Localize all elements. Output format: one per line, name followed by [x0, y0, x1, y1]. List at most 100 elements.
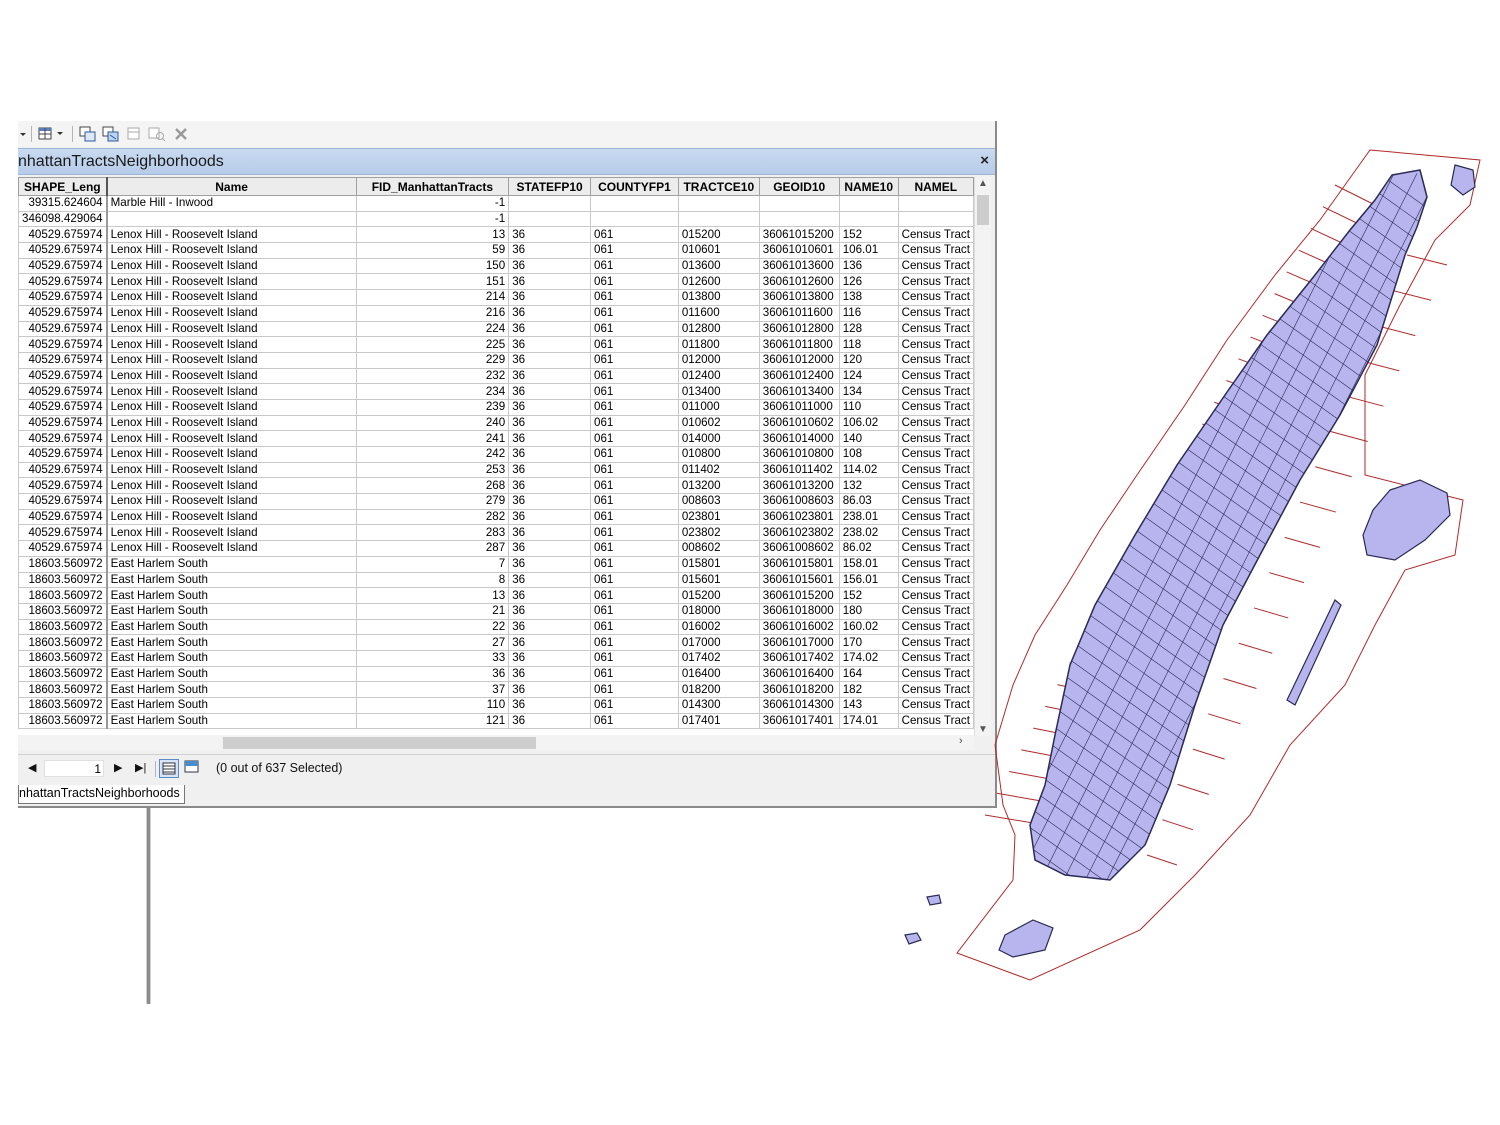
- table-cell[interactable]: 36061013800: [758, 289, 840, 306]
- dropdown-arrow-icon[interactable]: [18, 125, 28, 143]
- table-row[interactable]: 40529.675974 Lenox Hill - Roosevelt Islan…: [18, 493, 974, 510]
- table-cell[interactable]: 239: [355, 398, 510, 416]
- table-cell[interactable]: 40529.675974: [18, 226, 108, 244]
- table-cell[interactable]: East Harlem South: [106, 665, 357, 683]
- table-cell[interactable]: 023802: [677, 524, 760, 542]
- table-cell[interactable]: 150: [355, 257, 510, 275]
- table-cell[interactable]: 061: [590, 383, 679, 400]
- table-cell[interactable]: 011402: [677, 461, 760, 479]
- table-cell[interactable]: 36061017401: [758, 712, 840, 730]
- table-cell[interactable]: 40529.675974: [18, 320, 108, 338]
- table-row[interactable]: 40529.675974 Lenox Hill - Roosevelt Islan…: [18, 304, 974, 322]
- table-cell[interactable]: 016002: [677, 618, 760, 636]
- table-cell[interactable]: Lenox Hill - Roosevelt Island: [106, 351, 357, 369]
- table-cell[interactable]: 216: [355, 304, 510, 322]
- table-cell[interactable]: 114.02: [838, 461, 899, 479]
- table-row[interactable]: 40529.675974 Lenox Hill - Roosevelt Islan…: [18, 257, 974, 275]
- table-cell[interactable]: 36061016400: [758, 665, 840, 683]
- table-cell[interactable]: 108: [838, 446, 899, 463]
- table-row[interactable]: 40529.675974 Lenox Hill - Roosevelt Islan…: [18, 508, 974, 526]
- table-cell[interactable]: 282: [355, 508, 510, 526]
- table-cell[interactable]: 010602: [677, 414, 760, 432]
- table-row[interactable]: 40529.675974 Lenox Hill - Roosevelt Islan…: [18, 273, 974, 291]
- table-cell[interactable]: 36: [508, 602, 592, 620]
- table-cell[interactable]: 40529.675974: [18, 414, 108, 432]
- table-cell[interactable]: 061: [590, 618, 679, 636]
- table-cell[interactable]: 36: [508, 493, 592, 510]
- table-cell[interactable]: 018000: [677, 602, 760, 620]
- table-cell[interactable]: 010800: [677, 446, 760, 463]
- table-cell[interactable]: 36061011600: [758, 304, 840, 322]
- table-row[interactable]: 18603.560972 East Harlem South 121 36 061 017…: [18, 712, 974, 730]
- table-cell[interactable]: 174.02: [838, 649, 899, 667]
- table-cell[interactable]: 18603.560972: [18, 555, 108, 573]
- table-cell[interactable]: 014000: [677, 430, 760, 447]
- table-row[interactable]: 40529.675974 Lenox Hill - Roosevelt Islan…: [18, 383, 974, 400]
- table-cell[interactable]: 061: [590, 571, 679, 589]
- table-cell[interactable]: East Harlem South: [106, 697, 357, 714]
- table-cell[interactable]: 018200: [677, 681, 760, 698]
- table-cell[interactable]: 138: [838, 289, 899, 306]
- table-cell[interactable]: 36061012400: [758, 367, 840, 385]
- table-cell[interactable]: 36: [508, 555, 592, 573]
- table-cell[interactable]: 061: [590, 304, 679, 322]
- table-cell[interactable]: 061: [590, 414, 679, 432]
- table-cell[interactable]: 36061015601: [758, 571, 840, 589]
- table-cell[interactable]: Marble Hill - Inwood: [106, 195, 357, 212]
- table-cell[interactable]: 061: [590, 508, 679, 526]
- table-cell[interactable]: Lenox Hill - Roosevelt Island: [106, 398, 357, 416]
- table-cell[interactable]: 36: [508, 304, 592, 322]
- table-row[interactable]: 18603.560972 East Harlem South 33 36 061 0174…: [18, 649, 974, 667]
- table-cell[interactable]: 36: [508, 712, 592, 730]
- table-cell[interactable]: 40529.675974: [18, 289, 108, 306]
- table-cell[interactable]: 36061014000: [758, 430, 840, 447]
- table-cell[interactable]: 238.02: [838, 524, 899, 542]
- related-tables-icon[interactable]: [78, 125, 98, 143]
- table-cell[interactable]: 015200: [677, 587, 760, 604]
- table-cell[interactable]: 36: [508, 446, 592, 463]
- column-header[interactable]: GEOID10: [758, 177, 840, 196]
- table-cell[interactable]: 36: [508, 508, 592, 526]
- table-cell[interactable]: 128: [838, 320, 899, 338]
- table-cell[interactable]: 143: [838, 697, 899, 714]
- table-cell[interactable]: 40529.675974: [18, 336, 108, 353]
- column-header[interactable]: NAME10: [838, 177, 899, 196]
- table-row[interactable]: 40529.675974 Lenox Hill - Roosevelt Islan…: [18, 398, 974, 416]
- table-cell[interactable]: 156.01: [838, 571, 899, 589]
- table-cell[interactable]: 287: [355, 540, 510, 557]
- table-cell[interactable]: 164: [838, 665, 899, 683]
- column-header[interactable]: STATEFP10: [508, 177, 592, 196]
- table-row[interactable]: 40529.675974 Lenox Hill - Roosevelt Islan…: [18, 320, 974, 338]
- table-cell[interactable]: [106, 210, 357, 228]
- table-cell[interactable]: 110: [838, 398, 899, 416]
- last-record-icon[interactable]: ▶|: [135, 761, 146, 774]
- table-cell[interactable]: 151: [355, 273, 510, 291]
- table-cell[interactable]: 36061016002: [758, 618, 840, 636]
- table-cell[interactable]: 40529.675974: [18, 446, 108, 463]
- table-cell[interactable]: 011000: [677, 398, 760, 416]
- table-cell[interactable]: 36061018000: [758, 602, 840, 620]
- table-cell[interactable]: 158.01: [838, 555, 899, 573]
- table-cell[interactable]: 061: [590, 493, 679, 510]
- table-row[interactable]: 40529.675974 Lenox Hill - Roosevelt Islan…: [18, 540, 974, 557]
- table-cell[interactable]: 008603: [677, 493, 760, 510]
- table-cell[interactable]: 36061013600: [758, 257, 840, 275]
- table-cell[interactable]: 36061013200: [758, 477, 840, 495]
- table-row[interactable]: 40529.675974 Lenox Hill - Roosevelt Islan…: [18, 351, 974, 369]
- table-cell[interactable]: East Harlem South: [106, 587, 357, 604]
- table-cell[interactable]: 36: [508, 336, 592, 353]
- table-cell[interactable]: 36: [508, 634, 592, 651]
- table-cell[interactable]: 061: [590, 367, 679, 385]
- table-cell[interactable]: 106.02: [838, 414, 899, 432]
- table-cell[interactable]: 36061023802: [758, 524, 840, 542]
- table-cell[interactable]: Lenox Hill - Roosevelt Island: [106, 273, 357, 291]
- table-cell[interactable]: 40529.675974: [18, 524, 108, 542]
- table-cell[interactable]: 241: [355, 430, 510, 447]
- table-cell[interactable]: 214: [355, 289, 510, 306]
- table-cell[interactable]: 124: [838, 367, 899, 385]
- table-cell[interactable]: 061: [590, 398, 679, 416]
- table-cell[interactable]: 40529.675974: [18, 540, 108, 557]
- table-cell[interactable]: 36: [508, 697, 592, 714]
- table-cell[interactable]: 18603.560972: [18, 712, 108, 730]
- table-row[interactable]: 40529.675974 Lenox Hill - Roosevelt Islan…: [18, 336, 974, 353]
